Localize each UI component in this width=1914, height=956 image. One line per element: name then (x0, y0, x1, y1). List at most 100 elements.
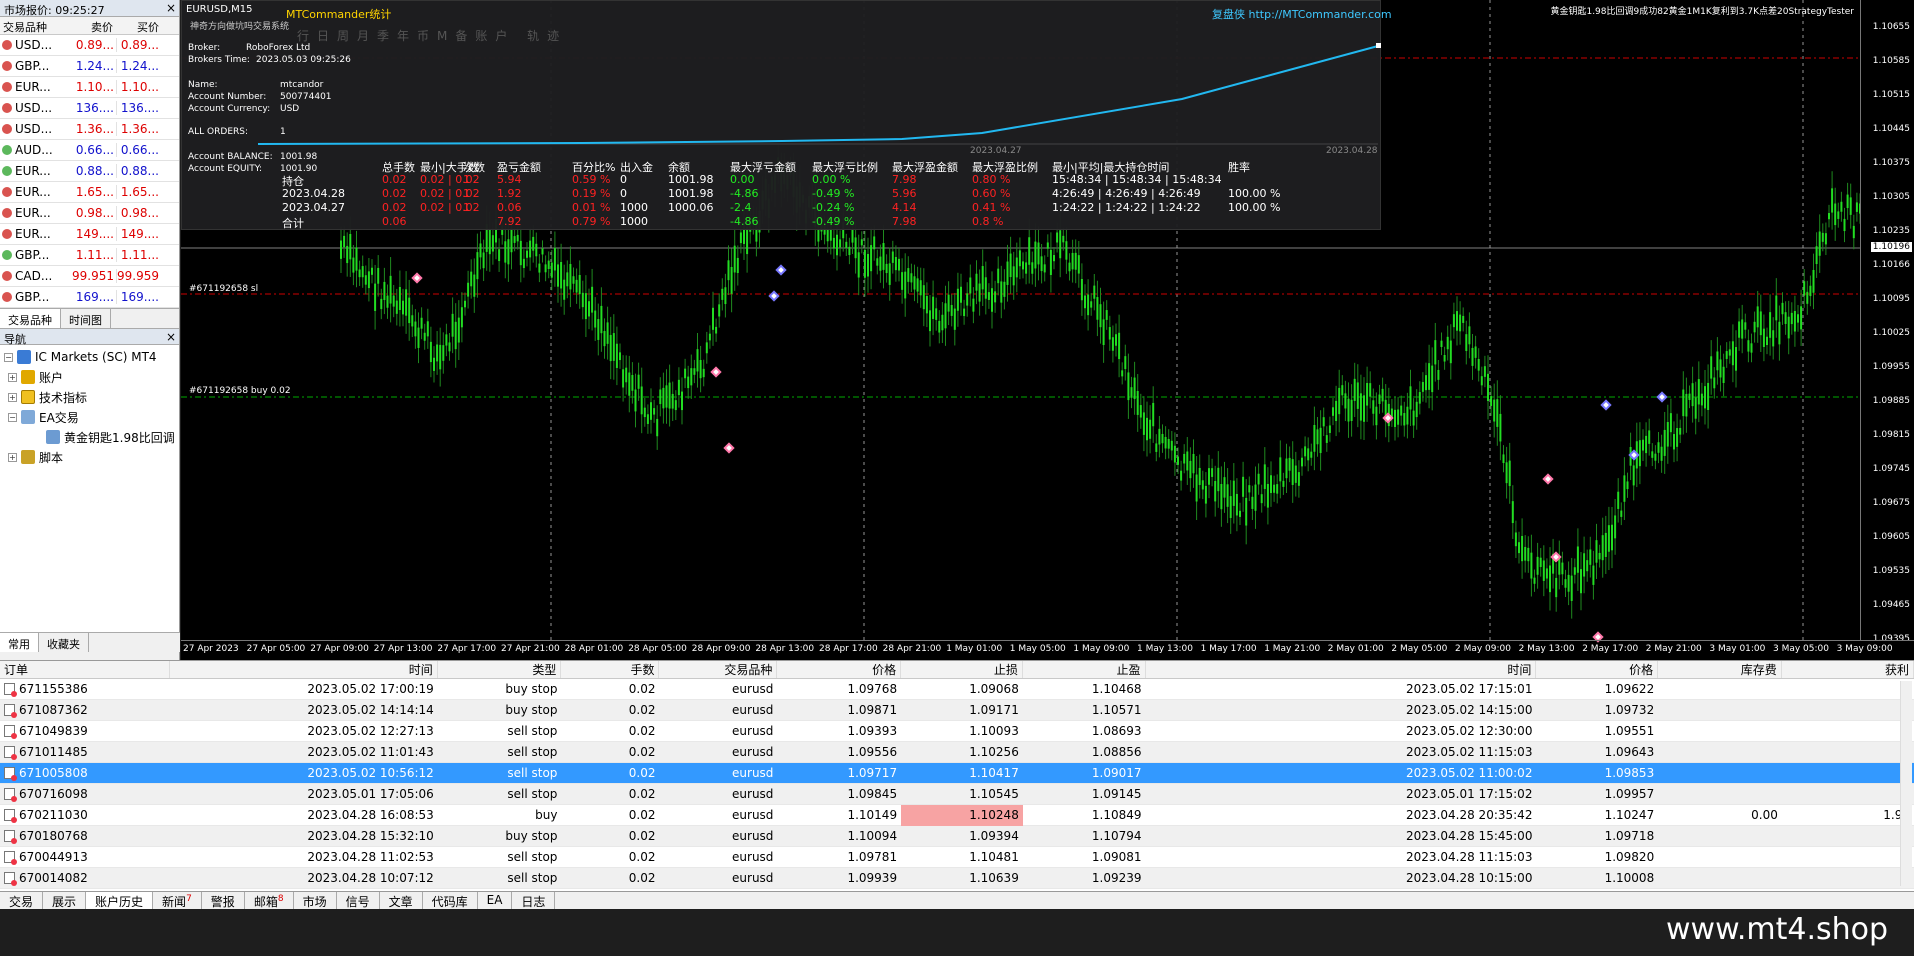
market-watch-row[interactable]: CAD... 99.951 99.959 (0, 266, 179, 287)
history-row[interactable]: 670211030 2023.04.28 16:08:53 buy 0.02 eurus… (0, 804, 1914, 826)
stats-cell: 1000 (620, 215, 648, 228)
history-row[interactable]: 670716098 2023.05.01 17:05:06 sell stop 0.0… (0, 784, 1914, 805)
market-watch-row[interactable]: GBP... 169.... 169.... (0, 287, 179, 308)
tree-expert-item[interactable]: 黄金钥匙1.98比回调 (0, 427, 179, 447)
history-col-header[interactable]: 订单 (0, 661, 171, 678)
col-bid[interactable]: 卖价 (72, 17, 116, 34)
symbol-cell: EUR... (0, 80, 72, 94)
market-watch-row[interactable]: USD... 1.36... 1.36... (0, 119, 179, 140)
market-watch-row[interactable]: USD... 136.... 136.... (0, 98, 179, 119)
history-cell: 1.10247 (1604, 807, 1655, 822)
col-symbol[interactable]: 交易品种 (0, 17, 72, 34)
time-axis[interactable]: 27 Apr 2023 27 Apr 05:00 27 Apr 09:00 27 Ap… (181, 640, 1914, 660)
history-col-header[interactable]: 止损 (901, 661, 1023, 678)
tree-accounts[interactable]: + 账户 (0, 367, 179, 387)
market-watch-row[interactable]: AUD... 0.66... 0.66... (0, 140, 179, 161)
terminal-tab[interactable]: 账户历史 (86, 892, 154, 909)
market-watch-row[interactable]: EUR... 1.10... 1.10... (0, 77, 179, 98)
candle-body (1155, 443, 1158, 452)
history-cell: 2023.05.02 14:15:00 (1406, 702, 1533, 717)
tab-common[interactable]: 常用 (0, 633, 39, 652)
market-watch-row[interactable]: GBP... 1.24... 1.24... (0, 56, 179, 77)
candle-body (851, 229, 854, 243)
symbol-cell: EUR... (0, 185, 72, 199)
history-cell: eurusd (732, 681, 774, 696)
candle-body (1397, 409, 1400, 425)
expand-icon[interactable]: + (8, 392, 17, 402)
terminal-tab[interactable]: 邮箱8 (245, 892, 294, 909)
ask-cell: 1.11... (116, 248, 162, 262)
close-icon[interactable]: × (166, 330, 176, 344)
terminal-tab[interactable]: 代码库 (423, 892, 478, 909)
tree-indicators[interactable]: + 技术指标 (0, 387, 179, 407)
candle-body (423, 332, 426, 341)
history-row[interactable]: 670014082 2023.04.28 10:07:12 sell stop 0.0… (0, 868, 1914, 889)
candle-body (1775, 295, 1778, 321)
stats-cell: 100.00 % (1228, 201, 1281, 214)
vertical-scrollbar[interactable] (1900, 681, 1912, 886)
candle-body (1592, 565, 1595, 585)
trend-icon (2, 292, 12, 302)
market-watch-row[interactable]: EUR... 0.98... 0.98... (0, 203, 179, 224)
history-row[interactable]: 671005808 2023.05.02 10:56:12 sell stop 0.0… (0, 763, 1914, 784)
history-row[interactable]: 671011485 2023.05.02 11:01:43 sell stop 0.0… (0, 742, 1914, 763)
history-col-header[interactable]: 交易品种 (659, 661, 778, 678)
market-watch-columns: 交易品种 卖价 买价 (0, 17, 179, 35)
expand-icon[interactable]: + (8, 372, 17, 382)
terminal-tab[interactable]: 展示 (43, 892, 87, 909)
history-col-header[interactable]: 库存费 (1658, 661, 1782, 678)
terminal-tab[interactable]: 市场 (294, 892, 337, 909)
price-axis[interactable]: 1.10655 1.10585 1.10515 1.10445 1.10375 1.103… (1860, 0, 1914, 644)
candle-body (606, 322, 609, 344)
history-col-header[interactable]: 止盈 (1023, 661, 1146, 678)
history-row[interactable]: 671049839 2023.05.02 12:27:13 sell stop 0.0… (0, 721, 1914, 742)
tab-tick-chart[interactable]: 时间图 (61, 309, 111, 328)
candle-body (588, 301, 590, 317)
history-col-header[interactable]: 价格 (777, 661, 902, 678)
history-row[interactable]: 671155386 2023.05.02 17:00:19 buy stop 0.02… (0, 679, 1914, 700)
history-row[interactable]: 670044913 2023.04.28 11:02:53 sell stop 0.0… (0, 847, 1914, 868)
market-watch-row[interactable]: EUR... 1.65... 1.65... (0, 182, 179, 203)
symbol-cell: CAD... (0, 269, 72, 283)
history-row[interactable]: 670180768 2023.04.28 15:32:10 buy stop 0.02… (0, 826, 1914, 847)
tab-favorites[interactable]: 收藏夹 (39, 633, 89, 652)
market-watch-row[interactable]: EUR... 149.... 149.... (0, 224, 179, 245)
history-col-header[interactable]: 类型 (438, 661, 562, 678)
expand-icon[interactable]: + (8, 452, 17, 462)
history-col-header[interactable]: 获利 (1782, 661, 1914, 678)
market-watch-row[interactable]: GBP... 1.11... 1.11... (0, 245, 179, 266)
candle-body (1508, 460, 1511, 487)
terminal-tab[interactable]: EA (478, 892, 513, 909)
tab-symbols[interactable]: 交易品种 (0, 309, 61, 328)
history-cell: 1.10008 (1604, 870, 1655, 885)
market-watch-row[interactable]: EUR... 0.88... 0.88... (0, 161, 179, 182)
tree-experts[interactable]: − EA交易 (0, 407, 179, 427)
history-row[interactable]: 671087362 2023.05.02 14:14:14 buy stop 0.02… (0, 700, 1914, 721)
candle-body (519, 240, 522, 266)
market-watch-row[interactable]: USD... 0.89... 0.89... (0, 35, 179, 56)
candle-body (1837, 211, 1840, 219)
terminal-tab[interactable]: 日志 (512, 892, 556, 909)
candle-body (891, 251, 894, 263)
collapse-icon[interactable]: − (8, 412, 17, 422)
history-col-header[interactable]: 手数 (561, 661, 660, 678)
tree-root[interactable]: − IC Markets (SC) MT4 (0, 347, 179, 367)
history-col-header[interactable]: 时间 (1146, 661, 1537, 678)
terminal-tab[interactable]: 交易 (0, 892, 44, 909)
terminal-tab[interactable]: 新闻7 (153, 892, 202, 909)
tree-scripts[interactable]: + 脚本 (0, 447, 179, 467)
terminal-tab[interactable]: 信号 (337, 892, 380, 909)
collapse-icon[interactable]: − (4, 352, 13, 362)
close-icon[interactable]: × (166, 1, 176, 15)
candle-body (1521, 535, 1524, 562)
history-cell: eurusd (732, 723, 774, 738)
col-ask[interactable]: 买价 (116, 17, 162, 34)
price-chart[interactable]: 黄金钥匙1.98比回调9成功82黄金1M1K复利到3.7K点差20Strateg… (181, 0, 1914, 660)
history-col-header[interactable]: 价格 (1536, 661, 1659, 678)
candle-body (1167, 438, 1170, 449)
terminal-tab[interactable]: 警报 (202, 892, 245, 909)
stats-row: 合计 0.06 7.92 0.79 % 1000 -4.86 -0.49 % 7.98 0.8 … (282, 215, 1380, 230)
history-col-header[interactable]: 时间 (170, 661, 438, 678)
time-tick: 27 Apr 09:00 (310, 644, 369, 654)
terminal-tab[interactable]: 文章 (380, 892, 423, 909)
